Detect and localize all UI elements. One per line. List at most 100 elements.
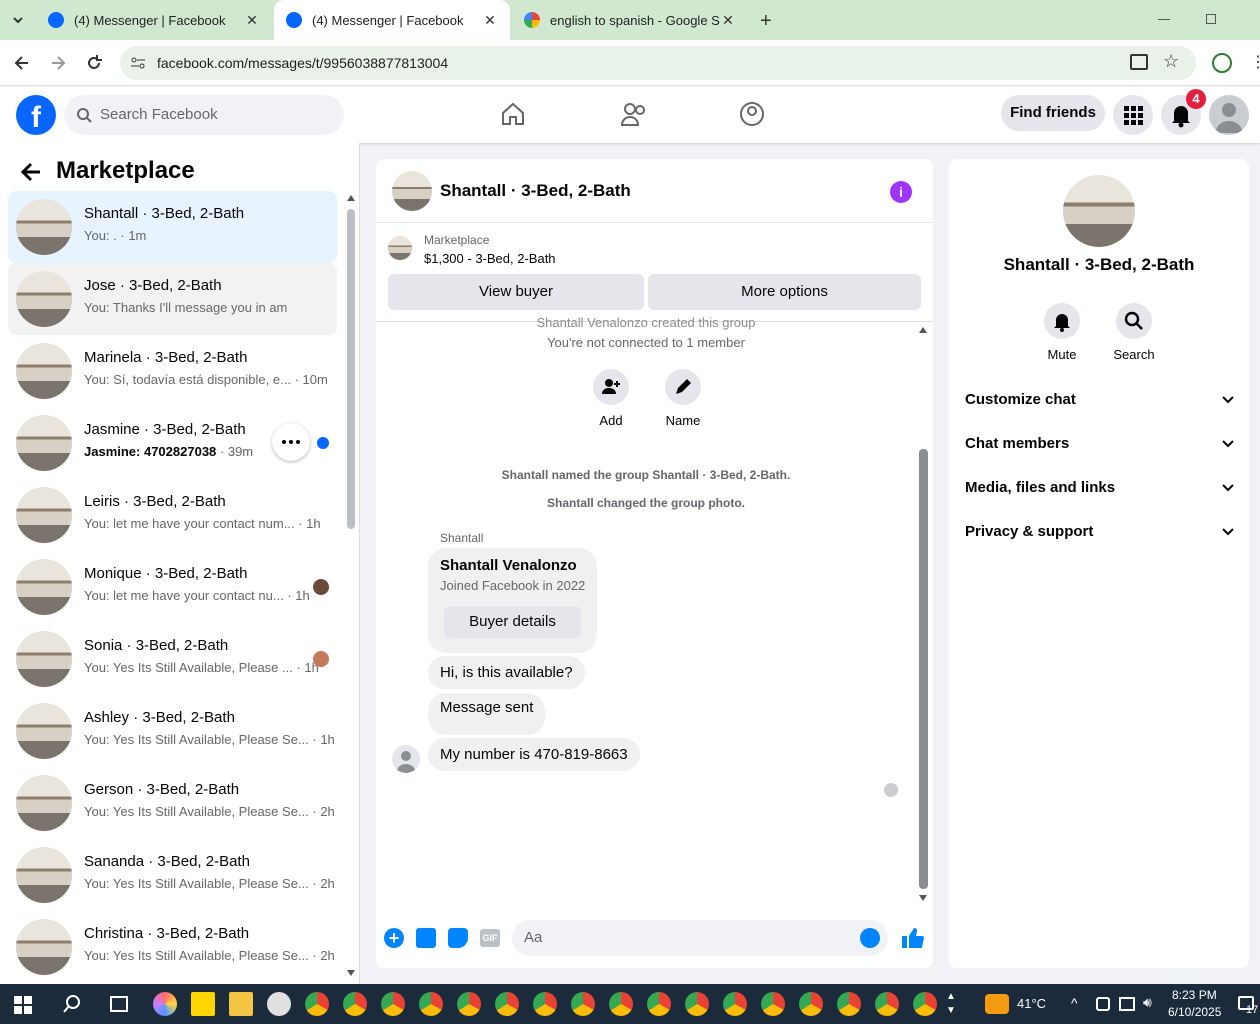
chrome-taskbar-icon[interactable] [685,992,709,1016]
groups-icon[interactable] [739,101,765,127]
sidebar-scrollbar[interactable] [347,209,355,529]
reload-icon[interactable] [84,53,104,73]
tab-list-chevron-icon[interactable] [10,12,26,28]
menu-grid-button[interactable] [1113,95,1153,135]
view-buyer-button[interactable]: View buyer [388,274,644,310]
omnibox[interactable]: facebook.com/messages/t/9956038877813004… [120,46,1196,80]
conversation-item[interactable]: Leiris · 3-Bed, 2-Bath You: let me have y… [8,479,337,551]
browser-menu-icon[interactable]: ⋮ [1250,52,1260,72]
browser-tab-messenger-2[interactable]: (4) Messenger | Facebook ✕ [274,0,510,40]
chrome-taskbar-icon[interactable] [571,992,595,1016]
thumbs-up-icon[interactable] [900,926,924,950]
back-arrow-icon[interactable] [20,161,42,183]
chat-scrollbar[interactable] [919,449,928,889]
sender-avatar[interactable] [392,745,420,773]
url-text[interactable]: facebook.com/messages/t/9956038877813004 [157,55,448,71]
photo-icon[interactable] [416,928,436,948]
taskbar-scroll-icon[interactable]: ▲ ▼ [946,990,956,1018]
account-avatar[interactable] [1209,95,1249,135]
conversation-item[interactable]: Ashley · 3-Bed, 2-Bath You: Yes Its Still… [8,695,337,767]
group-photo[interactable] [1063,175,1135,247]
conversation-item[interactable]: Sananda · 3-Bed, 2-Bath You: Yes Its Stil… [8,839,337,911]
conversation-item[interactable]: Monique · 3-Bed, 2-Bath You: let me have … [8,551,337,623]
profile-icon[interactable] [1212,53,1232,73]
chat-scroll-down-icon[interactable] [919,895,927,901]
message-input[interactable]: Aa [512,920,888,956]
task-view-icon[interactable] [110,996,128,1012]
chrome-taskbar-icon[interactable] [647,992,671,1016]
network-icon[interactable] [1119,997,1135,1011]
chrome-taskbar-icon[interactable] [837,992,861,1016]
chrome-taskbar-icon[interactable] [381,992,405,1016]
chrome-taskbar-icon[interactable] [913,992,937,1016]
chrome-taskbar-icon[interactable] [609,992,633,1016]
chrome-taskbar-icon[interactable] [305,992,329,1016]
close-tab-icon[interactable]: ✕ [720,12,736,29]
chrome-taskbar-icon[interactable] [875,992,899,1016]
search-in-chat-button[interactable]: Search [1104,303,1164,362]
close-tab-icon[interactable]: ✕ [244,12,260,29]
facebook-search-input[interactable]: Search Facebook [64,95,344,135]
chrome-taskbar-icon[interactable] [761,992,785,1016]
message-bubble[interactable]: My number is 470-819-8663 [428,738,640,771]
tray-chevron-icon[interactable]: ^ [1071,995,1078,1011]
forward-icon[interactable] [48,53,68,73]
meet-now-icon[interactable] [1096,997,1110,1011]
volume-icon[interactable]: 🔊︎ [1143,994,1152,1011]
gif-icon[interactable]: GIF [480,929,500,947]
clock-date[interactable]: 6/10/2025 [1168,1005,1221,1019]
file-explorer-icon[interactable] [229,992,253,1016]
new-tab-icon[interactable]: + [760,10,772,33]
more-options-button[interactable]: More options [648,274,921,310]
minimize-icon[interactable] [1158,19,1170,20]
message-bubble[interactable]: Hi, is this available? [428,656,585,689]
sticky-notes-icon[interactable] [191,992,215,1016]
conversation-item[interactable]: Shantall · 3-Bed, 2-Bath You: . · 1m [8,191,337,263]
chat-scroll-up-icon[interactable] [919,327,927,333]
scroll-up-arrow-icon[interactable] [347,195,355,201]
conversation-item[interactable]: Jose · 3-Bed, 2-Bath You: Thanks I'll mes… [8,263,337,335]
windows-start-icon[interactable] [14,996,32,1014]
add-attachment-icon[interactable]: + [384,928,404,948]
buyer-details-button[interactable]: Buyer details [444,606,581,638]
chrome-taskbar-icon[interactable] [419,992,443,1016]
info-section-2[interactable]: Media, files and links [965,479,1235,496]
mute-button[interactable]: Mute [1032,303,1092,362]
conversation-item[interactable]: Marinela · 3-Bed, 2-Bath You: Sí, todavía… [8,335,337,407]
name-group-button[interactable]: Name [653,369,713,428]
info-section-3[interactable]: Privacy & support [965,523,1235,540]
bookmark-star-icon[interactable]: ☆ [1163,51,1179,72]
copilot-icon[interactable] [153,992,177,1016]
chrome-taskbar-icon[interactable] [723,992,747,1016]
message-bubble[interactable]: Message sent [428,693,546,735]
home-icon[interactable] [500,101,526,127]
chat-title[interactable]: Shantall · 3-Bed, 2-Bath [440,181,631,201]
conversation-item[interactable]: Sonia · 3-Bed, 2-Bath You: Yes Its Still … [8,623,337,695]
info-section-1[interactable]: Chat members [965,435,1235,452]
chat-avatar[interactable] [392,171,432,211]
chrome-taskbar-icon[interactable] [533,992,557,1016]
listing-detail[interactable]: $1,300 - 3-Bed, 2-Bath [424,251,556,266]
clock-time[interactable]: 8:23 PM [1172,988,1217,1002]
conversation-item[interactable]: Christina · 3-Bed, 2-Bath You: Yes Its St… [8,911,337,983]
info-section-0[interactable]: Customize chat [965,391,1235,408]
temperature[interactable]: 41°C [1017,996,1046,1011]
sticker-icon[interactable] [448,928,468,948]
conversation-item[interactable]: Gerson · 3-Bed, 2-Bath You: Yes Its Still… [8,767,337,839]
listing-thumbnail[interactable] [388,236,412,260]
facebook-logo-icon[interactable]: f [16,95,56,135]
emoji-icon[interactable] [860,928,880,948]
more-actions-button[interactable] [272,423,310,461]
weather-icon[interactable] [985,994,1009,1014]
add-people-button[interactable]: Add [581,369,641,428]
paint-icon[interactable] [267,992,291,1016]
chrome-taskbar-icon[interactable] [457,992,481,1016]
scroll-down-arrow-icon[interactable] [347,970,355,976]
search-icon[interactable] [62,994,82,1014]
close-tab-icon[interactable]: ✕ [482,12,498,29]
browser-tab-google[interactable]: english to spanish - Google Sea ✕ [512,0,748,40]
site-info-icon[interactable] [130,55,146,71]
chrome-taskbar-icon[interactable] [495,992,519,1016]
info-icon[interactable]: i [890,181,912,203]
find-friends-button[interactable]: Find friends [1001,95,1105,131]
